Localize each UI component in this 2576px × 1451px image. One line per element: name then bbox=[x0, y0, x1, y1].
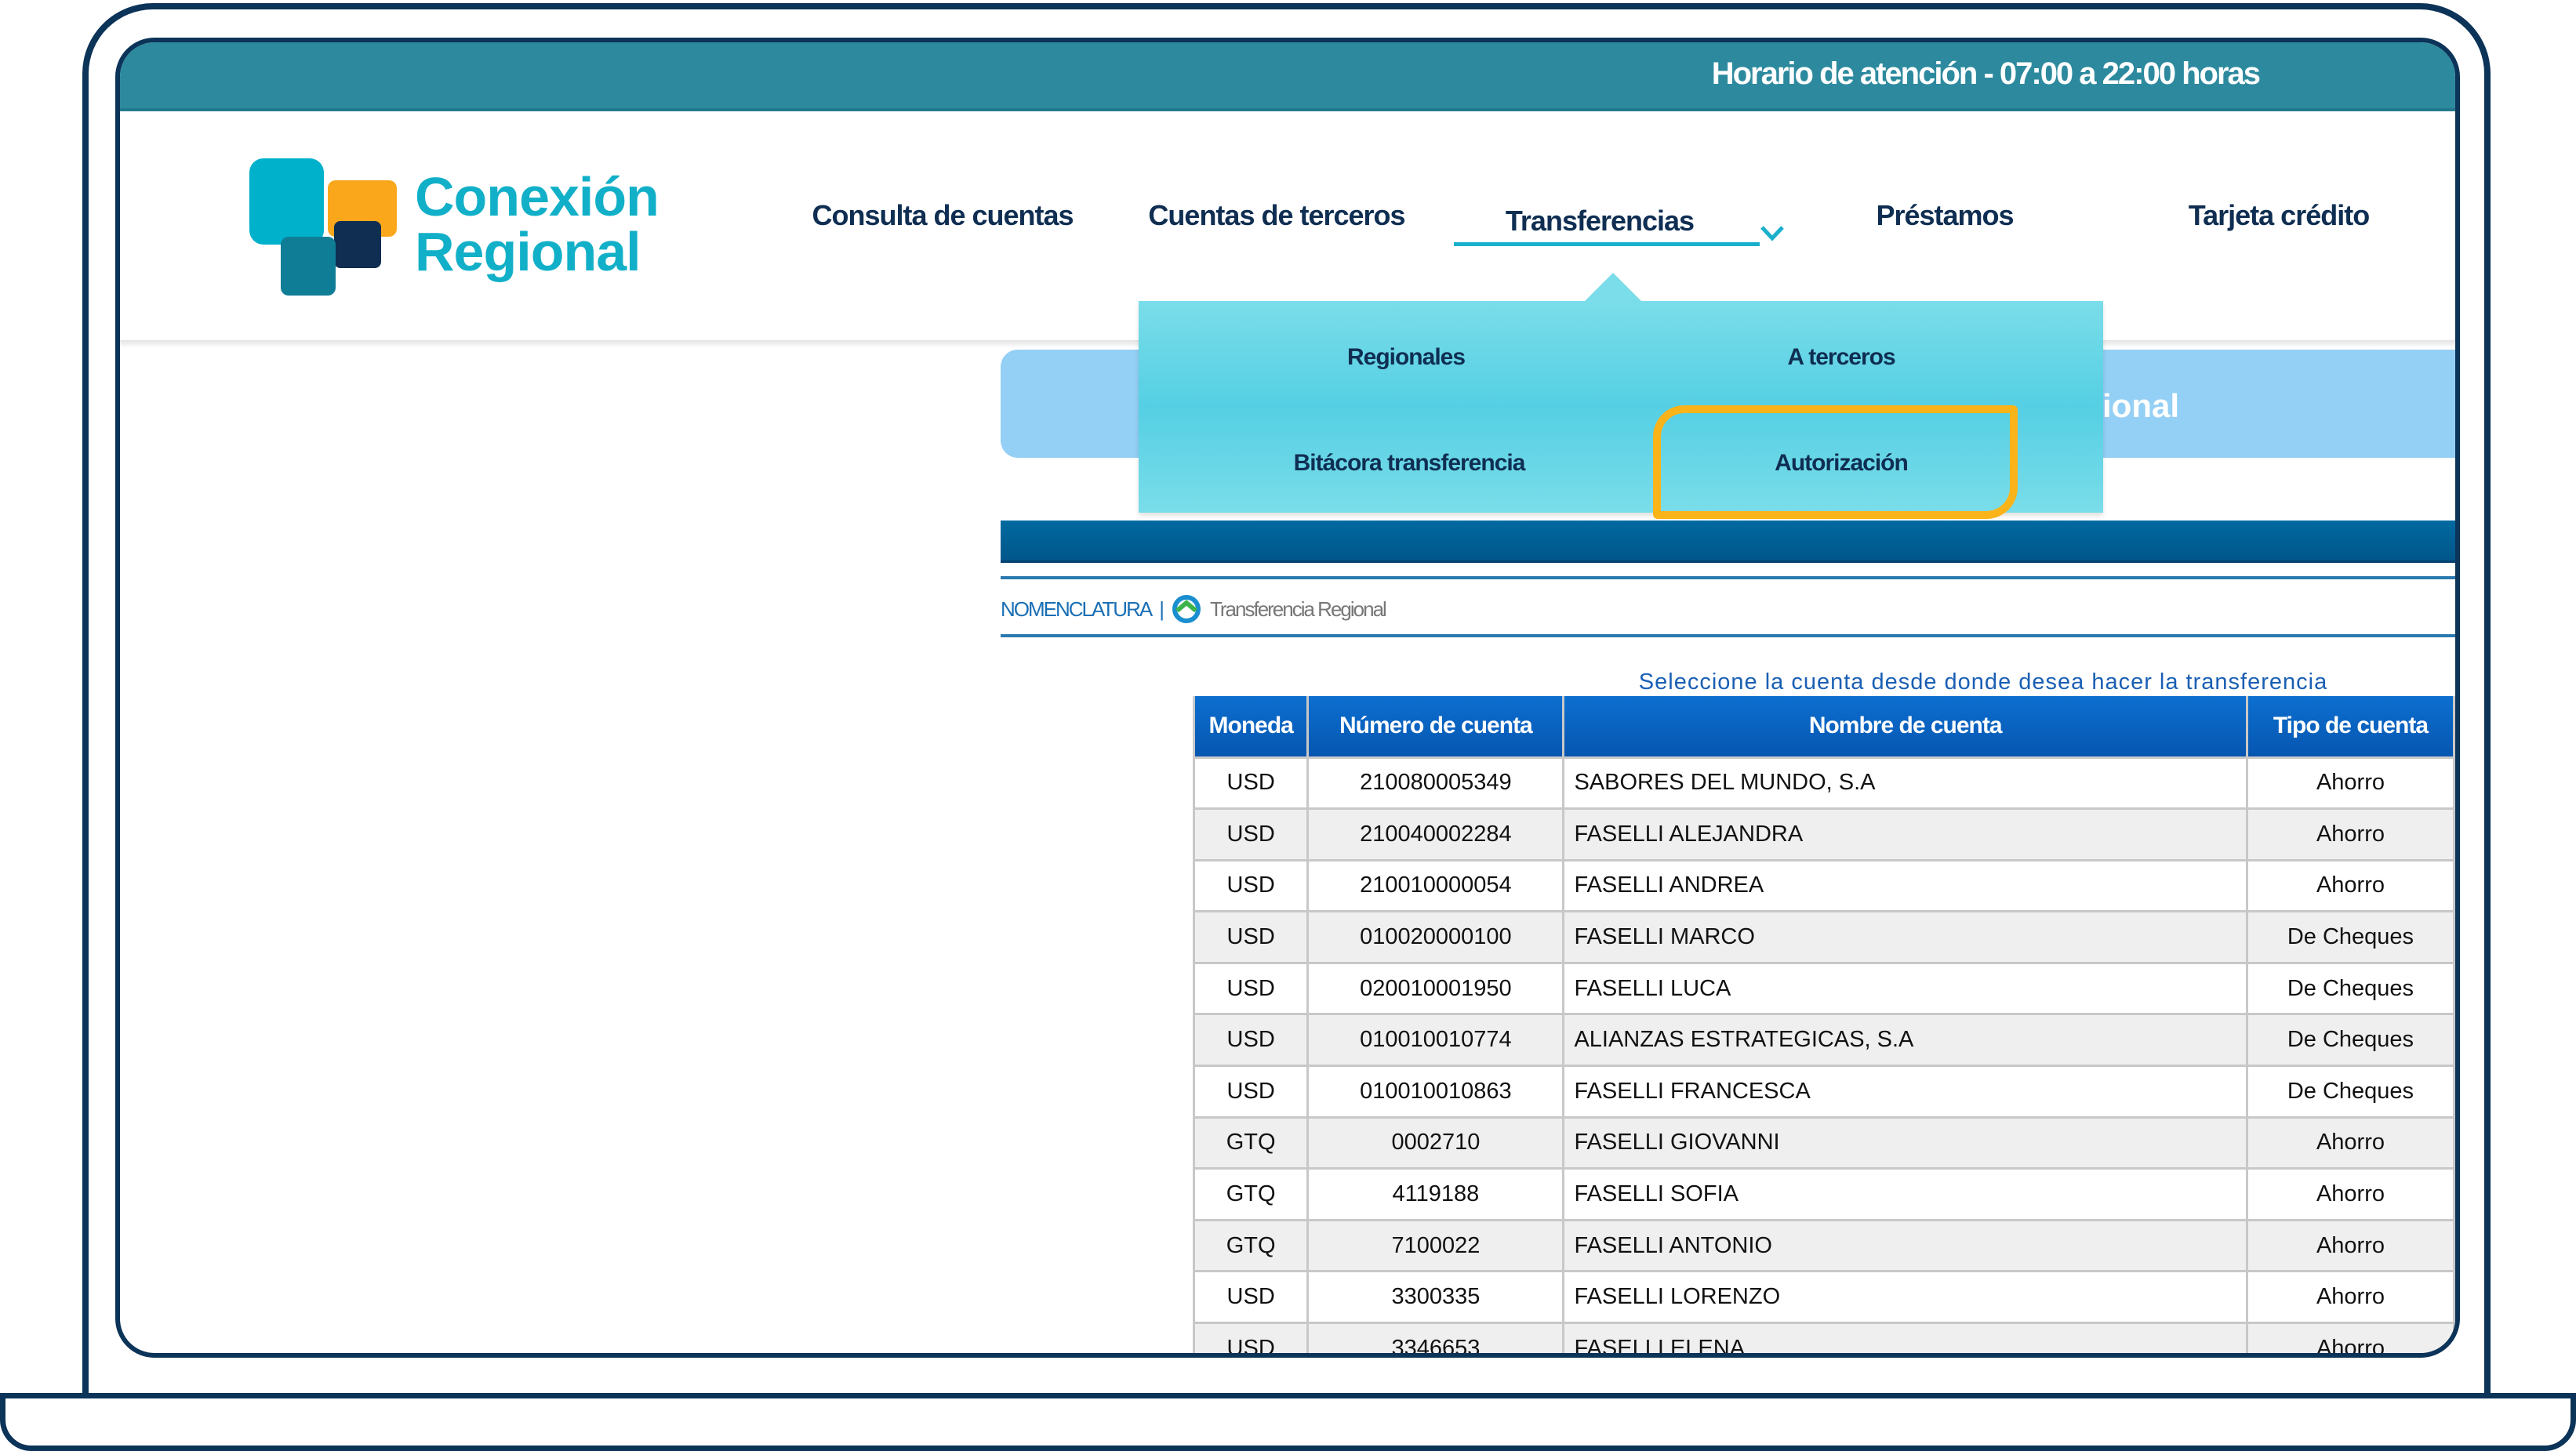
highlight-box bbox=[1653, 405, 2018, 519]
cell-numero[interactable]: 010010010774 bbox=[1308, 1014, 1564, 1066]
nav-tarjeta-credito[interactable]: Tarjeta crédito bbox=[2189, 199, 2369, 232]
cell-nombre[interactable]: FASELLI LUCA bbox=[1564, 963, 2247, 1014]
breadcrumb-root[interactable]: NOMENCLATURA bbox=[1001, 597, 1151, 622]
divider bbox=[1001, 576, 2460, 579]
cell-moneda[interactable]: GTQ bbox=[1194, 1169, 1308, 1221]
cell-tipo[interactable]: Ahorro bbox=[2247, 757, 2454, 809]
menu-item-a-terceros[interactable]: A terceros bbox=[1787, 344, 1895, 371]
cell-moneda[interactable]: USD bbox=[1194, 1066, 1308, 1118]
col-moneda: Moneda bbox=[1194, 696, 1308, 757]
brand-logo-icon bbox=[249, 158, 398, 296]
cell-tipo[interactable]: Ahorro bbox=[2247, 1220, 2454, 1271]
cell-tipo[interactable]: Ahorro bbox=[2247, 1323, 2454, 1358]
menu-item-regionales[interactable]: Regionales bbox=[1347, 344, 1465, 371]
table-row[interactable]: USD3346653FASELLI ELENAAhorro bbox=[1194, 1323, 2454, 1358]
cell-tipo[interactable]: De Cheques bbox=[2247, 1014, 2454, 1066]
table-row[interactable]: USD3300335FASELLI LORENZOAhorro bbox=[1194, 1271, 2454, 1323]
brand-name[interactable]: Conexión Regional bbox=[415, 169, 659, 279]
table-row[interactable]: USD020010001950FASELLI LUCADe Cheques bbox=[1194, 963, 2454, 1014]
table-header-row: Moneda Número de cuenta Nombre de cuenta… bbox=[1194, 696, 2454, 757]
cell-moneda[interactable]: GTQ bbox=[1194, 1220, 1308, 1271]
breadcrumb-separator: | bbox=[1159, 597, 1163, 622]
cell-numero[interactable]: 7100022 bbox=[1308, 1220, 1564, 1271]
transfer-icon bbox=[1171, 593, 1202, 625]
table-row[interactable]: GTQ7100022FASELLI ANTONIOAhorro bbox=[1194, 1220, 2454, 1271]
cell-numero[interactable]: 210080005349 bbox=[1308, 757, 1564, 809]
cell-moneda[interactable]: USD bbox=[1194, 860, 1308, 912]
laptop-base bbox=[0, 1393, 2576, 1451]
cell-nombre[interactable]: FASELLI ALEJANDRA bbox=[1564, 809, 2247, 861]
table-row[interactable]: USD210040002284FASELLI ALEJANDRAAhorro bbox=[1194, 809, 2454, 861]
cell-numero[interactable]: 010020000100 bbox=[1308, 912, 1564, 963]
cell-moneda[interactable]: GTQ bbox=[1194, 1117, 1308, 1169]
nav-prestamos[interactable]: Préstamos bbox=[1876, 199, 2013, 232]
cell-numero[interactable]: 020010001950 bbox=[1308, 963, 1564, 1014]
cell-moneda[interactable]: USD bbox=[1194, 963, 1308, 1014]
cell-nombre[interactable]: ALIANZAS ESTRATEGICAS, S.A bbox=[1564, 1014, 2247, 1066]
table-row[interactable]: GTQ4119188FASELLI SOFIAAhorro bbox=[1194, 1169, 2454, 1221]
cell-nombre[interactable]: FASELLI SOFIA bbox=[1564, 1169, 2247, 1221]
chevron-down-icon[interactable] bbox=[1759, 219, 1786, 246]
breadcrumb: NOMENCLATURA | Transferencia Regional bbox=[1001, 593, 1386, 625]
cell-moneda[interactable]: USD bbox=[1194, 1271, 1308, 1323]
section-bar bbox=[1001, 521, 2460, 563]
cell-numero[interactable]: 210010000054 bbox=[1308, 860, 1564, 912]
cell-numero[interactable]: 010010010863 bbox=[1308, 1066, 1564, 1118]
cell-numero[interactable]: 3346653 bbox=[1308, 1323, 1564, 1358]
cell-nombre[interactable]: SABORES DEL MUNDO, S.A bbox=[1564, 757, 2247, 809]
cell-nombre[interactable]: FASELLI ELENA bbox=[1564, 1323, 2247, 1358]
cell-moneda[interactable]: USD bbox=[1194, 1014, 1308, 1066]
cell-nombre[interactable]: FASELLI ANDREA bbox=[1564, 860, 2247, 912]
cell-nombre[interactable]: FASELLI GIOVANNI bbox=[1564, 1117, 2247, 1169]
table-row[interactable]: USD010020000100FASELLI MARCODe Cheques bbox=[1194, 912, 2454, 963]
table-row[interactable]: USD210080005349SABORES DEL MUNDO, S.AAho… bbox=[1194, 757, 2454, 809]
cell-numero[interactable]: 210040002284 bbox=[1308, 809, 1564, 861]
cell-tipo[interactable]: Ahorro bbox=[2247, 1117, 2454, 1169]
table-row[interactable]: USD010010010774ALIANZAS ESTRATEGICAS, S.… bbox=[1194, 1014, 2454, 1066]
screen: Horario de atención - 07:00 a 22:00 hora… bbox=[115, 38, 2460, 1358]
dropdown-pointer bbox=[1583, 273, 1643, 303]
menu-item-bitacora[interactable]: Bitácora transferencia bbox=[1294, 450, 1525, 477]
nav-consulta-cuentas[interactable]: Consulta de cuentas bbox=[812, 199, 1073, 232]
cell-tipo[interactable]: Ahorro bbox=[2247, 809, 2454, 861]
col-numero: Número de cuenta bbox=[1308, 696, 1564, 757]
cell-moneda[interactable]: USD bbox=[1194, 757, 1308, 809]
cell-nombre[interactable]: FASELLI LORENZO bbox=[1564, 1271, 2247, 1323]
cell-moneda[interactable]: USD bbox=[1194, 912, 1308, 963]
cell-moneda[interactable]: USD bbox=[1194, 1323, 1308, 1358]
col-tipo: Tipo de cuenta bbox=[2247, 696, 2454, 757]
cell-nombre[interactable]: FASELLI FRANCESCA bbox=[1564, 1066, 2247, 1118]
cell-tipo[interactable]: De Cheques bbox=[2247, 963, 2454, 1014]
table-caption: Seleccione la cuenta desde donde desea h… bbox=[1639, 669, 2327, 695]
table-row[interactable]: USD010010010863FASELLI FRANCESCADe Chequ… bbox=[1194, 1066, 2454, 1118]
divider bbox=[1001, 634, 2460, 637]
accounts-table: Moneda Número de cuenta Nombre de cuenta… bbox=[1193, 696, 2455, 1358]
table-row[interactable]: USD210010000054FASELLI ANDREAAhorro bbox=[1194, 860, 2454, 912]
table-row[interactable]: GTQ0002710FASELLI GIOVANNIAhorro bbox=[1194, 1117, 2454, 1169]
cell-tipo[interactable]: Ahorro bbox=[2247, 1169, 2454, 1221]
cell-tipo[interactable]: Ahorro bbox=[2247, 860, 2454, 912]
cell-tipo[interactable]: De Cheques bbox=[2247, 1066, 2454, 1118]
cell-tipo[interactable]: Ahorro bbox=[2247, 1271, 2454, 1323]
active-nav-underline bbox=[1454, 242, 1760, 246]
cell-numero[interactable]: 0002710 bbox=[1308, 1117, 1564, 1169]
cell-nombre[interactable]: FASELLI ANTONIO bbox=[1564, 1220, 2247, 1271]
nav-transferencias[interactable]: Transferencias bbox=[1506, 205, 1694, 238]
cell-tipo[interactable]: De Cheques bbox=[2247, 912, 2454, 963]
breadcrumb-current: Transferencia Regional bbox=[1210, 597, 1386, 622]
cell-moneda[interactable]: USD bbox=[1194, 809, 1308, 861]
col-nombre: Nombre de cuenta bbox=[1564, 696, 2247, 757]
cell-nombre[interactable]: FASELLI MARCO bbox=[1564, 912, 2247, 963]
cell-numero[interactable]: 3300335 bbox=[1308, 1271, 1564, 1323]
banner-title: ional bbox=[2102, 387, 2179, 425]
cell-numero[interactable]: 4119188 bbox=[1308, 1169, 1564, 1221]
service-hours: Horario de atención - 07:00 a 22:00 hora… bbox=[1712, 56, 2259, 92]
brand-line2: Regional bbox=[415, 224, 659, 279]
top-bar: Horario de atención - 07:00 a 22:00 hora… bbox=[120, 42, 2455, 111]
brand-line1: Conexión bbox=[415, 169, 659, 224]
nav-cuentas-terceros[interactable]: Cuentas de terceros bbox=[1148, 199, 1404, 232]
